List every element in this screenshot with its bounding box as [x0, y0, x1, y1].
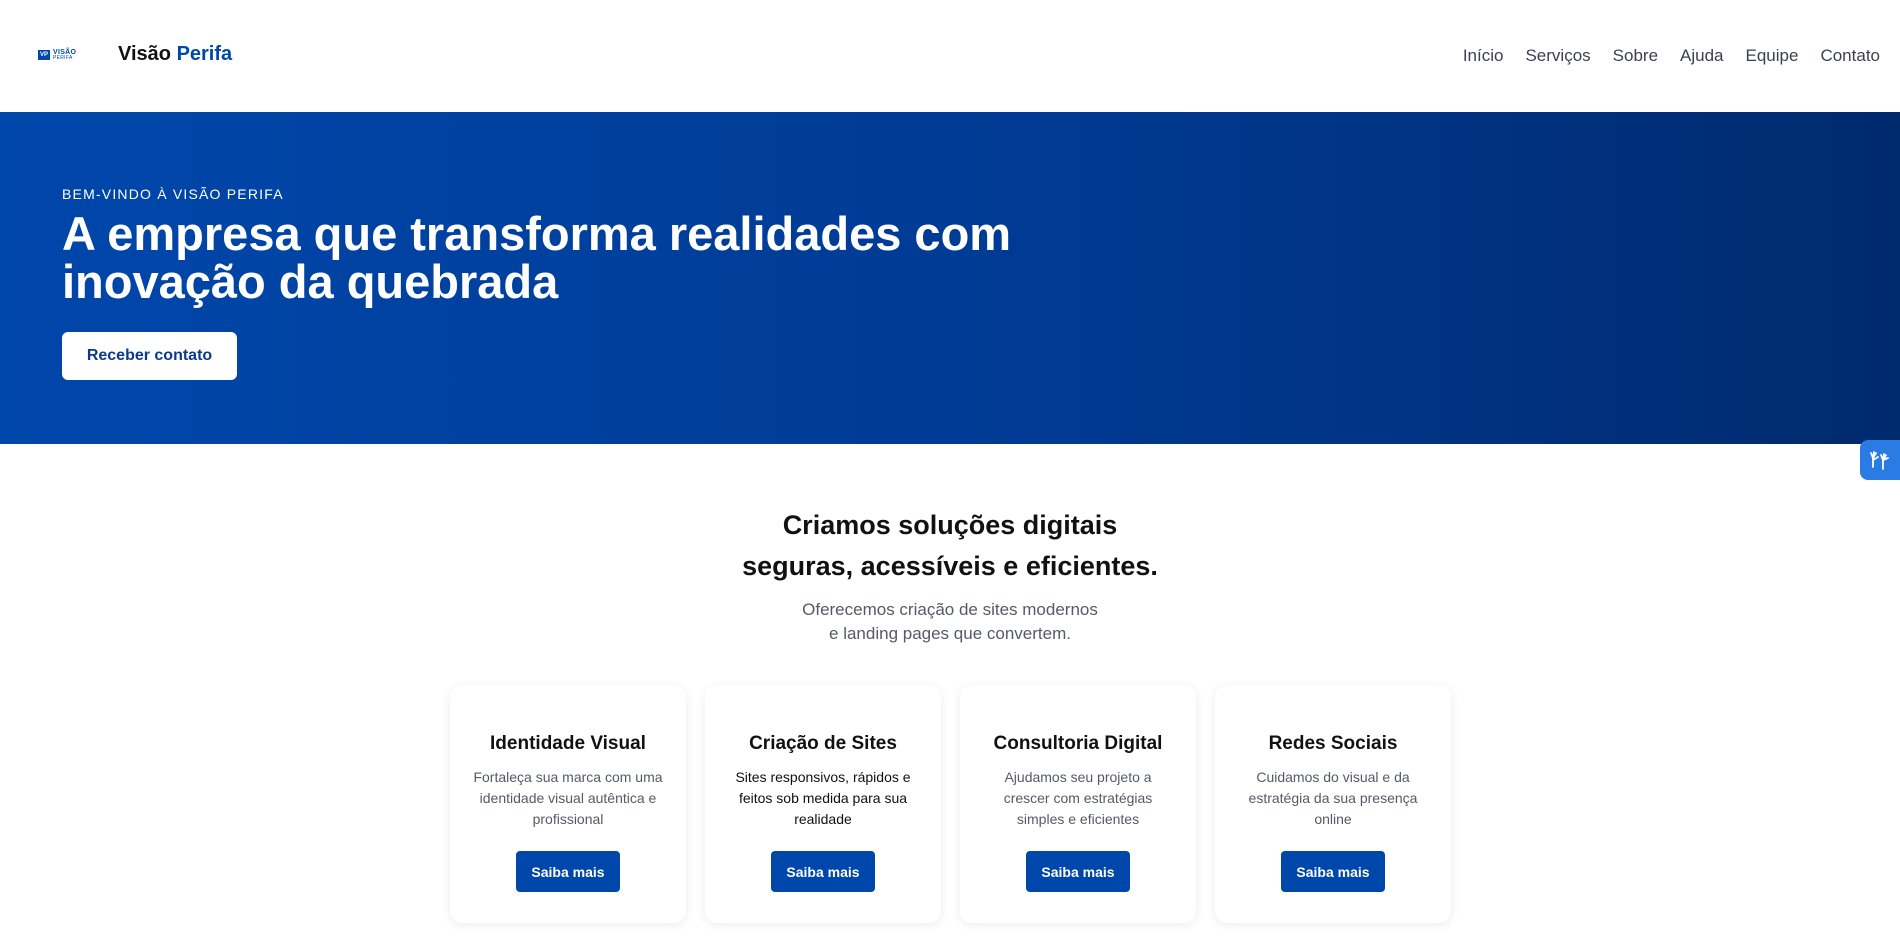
saiba-mais-button[interactable]: Saiba mais: [1026, 851, 1130, 892]
card-description: Ajudamos seu projeto a crescer com estra…: [1003, 769, 1153, 827]
nav-link-inicio[interactable]: Início: [1463, 46, 1504, 66]
service-card-criacao-de-sites: Criação de Sites Sites responsivos, rápi…: [705, 685, 941, 923]
card-description: Sites responsivos, rápidos e feitos sob …: [735, 769, 911, 827]
section-subtitle: Oferecemos criação de sites modernos e l…: [0, 598, 1900, 646]
card-title: Identidade Visual: [490, 733, 646, 754]
hero-banner: BEM-VINDO À VISÃO PERIFA A empresa que t…: [0, 112, 1900, 444]
receber-contato-button[interactable]: Receber contato: [62, 332, 237, 380]
saiba-mais-button[interactable]: Saiba mais: [1281, 851, 1385, 892]
service-cards: Identidade Visual Fortaleça sua marca co…: [450, 685, 1451, 923]
section-title-line-1: Criamos soluções digitais: [782, 510, 1118, 540]
card-description: Cuidamos do visual e da estratégia da su…: [1248, 769, 1418, 827]
service-card-redes-sociais: Redes Sociais Cuidamos do visual e da es…: [1215, 685, 1451, 923]
service-card-consultoria-digital: Consultoria Digital Ajudamos seu projeto…: [960, 685, 1196, 923]
section-subtitle-line-1: Oferecemos criação de sites modernos: [802, 600, 1098, 619]
section-subtitle-line-2: e landing pages que convertem.: [829, 624, 1071, 643]
section-title: Criamos soluções digitais seguras, acess…: [0, 505, 1900, 587]
nav-link-ajuda[interactable]: Ajuda: [1680, 46, 1723, 66]
main-nav: Início Serviços Sobre Ajuda Equipe Conta…: [1463, 46, 1880, 66]
section-title-line-2: seguras, acessíveis e eficientes.: [742, 551, 1158, 581]
logo-line-2: PERIFA: [53, 55, 73, 61]
hero-title: A empresa que transforma realidades com …: [62, 207, 1012, 308]
brand-name-part-2: Perifa: [176, 43, 233, 65]
card-title: Redes Sociais: [1268, 733, 1398, 754]
brand-name-part-1: Visão: [118, 43, 177, 65]
hero-kicker: BEM-VINDO À VISÃO PERIFA: [62, 186, 284, 202]
brand-name[interactable]: Visão Perifa: [118, 43, 232, 66]
logo[interactable]: VP VISÃO PERIFA: [38, 49, 76, 61]
nav-link-sobre[interactable]: Sobre: [1613, 46, 1658, 66]
card-title: Consultoria Digital: [993, 733, 1163, 754]
card-title: Criação de Sites: [749, 733, 897, 754]
card-description: Fortaleça sua marca com uma identidade v…: [473, 769, 663, 827]
nav-link-servicos[interactable]: Serviços: [1525, 46, 1590, 66]
saiba-mais-button[interactable]: Saiba mais: [771, 851, 875, 892]
nav-link-contato[interactable]: Contato: [1820, 46, 1880, 66]
logo-badge: VP: [38, 50, 50, 60]
service-card-identidade-visual: Identidade Visual Fortaleça sua marca co…: [450, 685, 686, 923]
site-header: VP VISÃO PERIFA Visão Perifa Início Serv…: [0, 0, 1900, 112]
nav-link-equipe[interactable]: Equipe: [1746, 46, 1799, 66]
saiba-mais-button[interactable]: Saiba mais: [516, 851, 620, 892]
sign-language-hands-icon: [1870, 451, 1889, 470]
accessibility-widget-button[interactable]: [1860, 440, 1900, 480]
logo-wordmark: VISÃO PERIFA: [53, 49, 76, 61]
